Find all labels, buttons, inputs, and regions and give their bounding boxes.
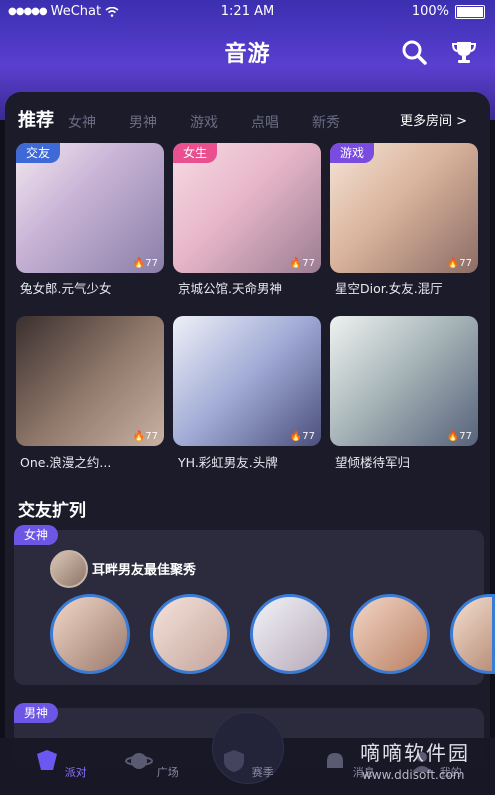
search-icon[interactable] [400, 38, 428, 66]
category-tabs: 推荐 女神 男神 游戏 点唱 新秀 [18, 106, 373, 132]
bottom-nav-label: 派对 [64, 766, 87, 779]
tab-games[interactable]: 游戏 [190, 112, 251, 132]
battery-icon [455, 4, 485, 19]
room-title-6: 望倾楼待军归 [335, 455, 411, 470]
room-count-value-1: 77 [145, 258, 158, 269]
section-title-friends: 交友扩列 [18, 501, 86, 521]
room-title-1: 兔女郎.元气少女 [20, 281, 112, 296]
avatar[interactable] [150, 594, 230, 674]
avatar[interactable] [50, 594, 130, 674]
room-count-6: 🔥77 [446, 431, 472, 442]
room-count-5: 🔥77 [289, 431, 315, 442]
room-title-3: 星空Dior.女友.混厅 [335, 281, 443, 296]
tab-goddess[interactable]: 女神 [68, 112, 129, 132]
room-count-value-3: 77 [459, 258, 472, 269]
room-count-value-5: 77 [302, 431, 315, 442]
trophy-icon[interactable] [450, 38, 478, 66]
avatar[interactable] [350, 594, 430, 674]
room-count-value-4: 77 [145, 431, 158, 442]
room-title-2: 京城公馆.天命男神 [178, 281, 282, 296]
room-cover-6 [330, 316, 478, 446]
bottom-nav-label: 广场 [156, 766, 179, 779]
bell-icon [327, 753, 344, 768]
status-bar: ●●●●● WeChat 1:21 AM 100% [0, 0, 495, 24]
host-avatar[interactable] [50, 550, 88, 588]
room-title-4: One.浪漫之约... [20, 455, 112, 470]
battery-percent: 100% [411, 4, 449, 19]
bottom-nav-season[interactable]: 赛季 [217, 748, 277, 780]
room-tag-2: 女生 [173, 143, 218, 163]
room-count-3: 🔥77 [446, 258, 472, 269]
room-tag-1: 交友 [16, 143, 61, 163]
watermark-text: 嘀嘀软件园 [360, 741, 470, 765]
room-card-5[interactable]: 🔥77 [173, 316, 321, 446]
bottom-nav-party[interactable]: 派对 [30, 748, 90, 780]
avatar[interactable] [250, 594, 330, 674]
room-card-6[interactable]: 🔥77 [330, 316, 478, 446]
room-card-1[interactable]: 交友 🔥77 [16, 143, 164, 273]
room-card-4[interactable]: 🔥77 [16, 316, 164, 446]
bottom-nav-square[interactable]: 广场 [122, 748, 182, 780]
room-card-2[interactable]: 女生 🔥77 [173, 143, 321, 273]
room-cover-4 [16, 316, 164, 446]
room-count-2: 🔥77 [289, 258, 315, 269]
room-title-5: YH.彩虹男友.头牌 [178, 455, 278, 470]
tab-recommend[interactable]: 推荐 [18, 106, 54, 132]
party-icon [37, 750, 58, 770]
shield-icon [224, 750, 245, 772]
room-tag-3: 游戏 [330, 143, 375, 163]
room-count-1: 🔥77 [132, 258, 158, 269]
room-count-4: 🔥77 [132, 431, 158, 442]
room-card-3[interactable]: 游戏 🔥77 [330, 143, 478, 273]
status-right: 100% [412, 4, 485, 19]
room-count-value-6: 77 [459, 431, 472, 442]
friend-box-tag-2: 男神 [14, 703, 59, 723]
tab-song-request[interactable]: 点唱 [251, 112, 312, 132]
more-rooms-link[interactable]: 更多房间 > [400, 110, 467, 129]
bottom-nav-label: 赛季 [251, 766, 274, 779]
friend-box-tag-1: 女神 [14, 525, 59, 545]
tab-newcomers[interactable]: 新秀 [312, 112, 373, 132]
tab-god[interactable]: 男神 [129, 112, 190, 132]
room-count-value-2: 77 [302, 258, 315, 269]
planet-icon [125, 753, 154, 769]
watermark-url: www.ddisoft.com [362, 768, 465, 782]
friend-room-name: 耳畔男友最佳聚秀 [92, 563, 197, 578]
room-cover-5 [173, 316, 321, 446]
